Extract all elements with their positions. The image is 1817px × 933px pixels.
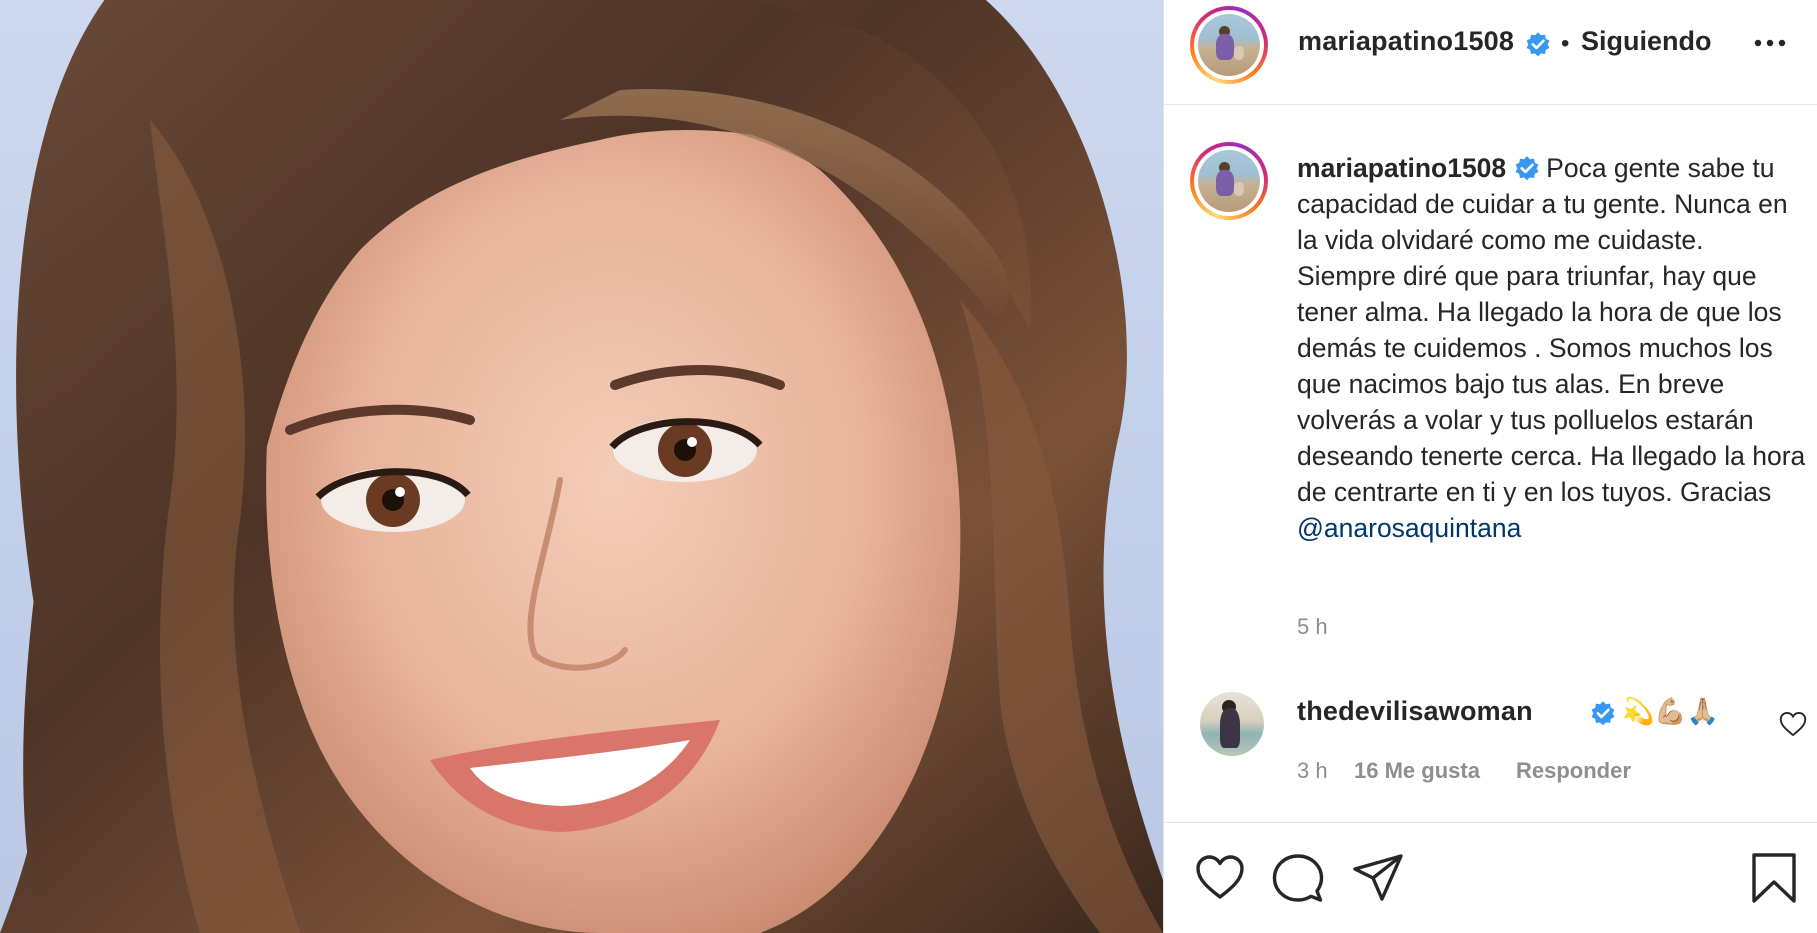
comment-likes-count[interactable]: 16 Me gusta (1354, 758, 1480, 784)
bookmark-icon[interactable] (1748, 852, 1800, 904)
header-separator: • (1561, 30, 1570, 57)
post-header: mariapatino1508 • Siguiendo (1164, 0, 1817, 105)
instagram-post: mariapatino1508 • Siguiendo mariapatino1… (0, 0, 1817, 933)
comment-like-heart-icon[interactable] (1779, 711, 1807, 737)
comment-icon[interactable] (1272, 852, 1324, 904)
verified-badge-icon (1591, 701, 1615, 726)
commenter-avatar[interactable] (1200, 692, 1264, 756)
author-avatar[interactable] (1198, 14, 1260, 76)
comment-text: 💫💪🏼🙏🏼 (1622, 696, 1720, 726)
more-options-icon[interactable] (1750, 28, 1790, 58)
heart-icon[interactable] (1194, 852, 1246, 904)
portrait-illustration (0, 0, 1163, 933)
caption-text: Poca gente sabe tu capacidad de cuidar a… (1297, 153, 1806, 507)
commenter-username[interactable]: thedevilisawoman (1297, 696, 1533, 727)
caption-avatar[interactable] (1198, 150, 1260, 212)
post-side-panel: mariapatino1508 • Siguiendo mariapatino1… (1163, 0, 1817, 933)
post-caption: mariapatino1508 Poca gente sabe tu capac… (1297, 150, 1807, 546)
following-button[interactable]: Siguiendo (1581, 26, 1712, 57)
post-timestamp[interactable]: 5 h (1297, 614, 1328, 640)
post-photo[interactable] (0, 0, 1163, 933)
author-username[interactable]: mariapatino1508 (1298, 26, 1514, 57)
verified-badge-icon (1515, 156, 1539, 181)
comment-reply-button[interactable]: Responder (1516, 758, 1631, 784)
caption-avatar-ring[interactable] (1190, 142, 1268, 220)
caption-username[interactable]: mariapatino1508 (1297, 153, 1506, 183)
comment-timestamp[interactable]: 3 h (1297, 758, 1328, 784)
verified-badge-icon (1526, 32, 1550, 57)
caption-mention-link[interactable]: @anarosaquintana (1297, 513, 1521, 543)
actions-divider (1164, 822, 1817, 823)
author-avatar-ring[interactable] (1190, 6, 1268, 84)
send-icon[interactable] (1352, 852, 1404, 904)
